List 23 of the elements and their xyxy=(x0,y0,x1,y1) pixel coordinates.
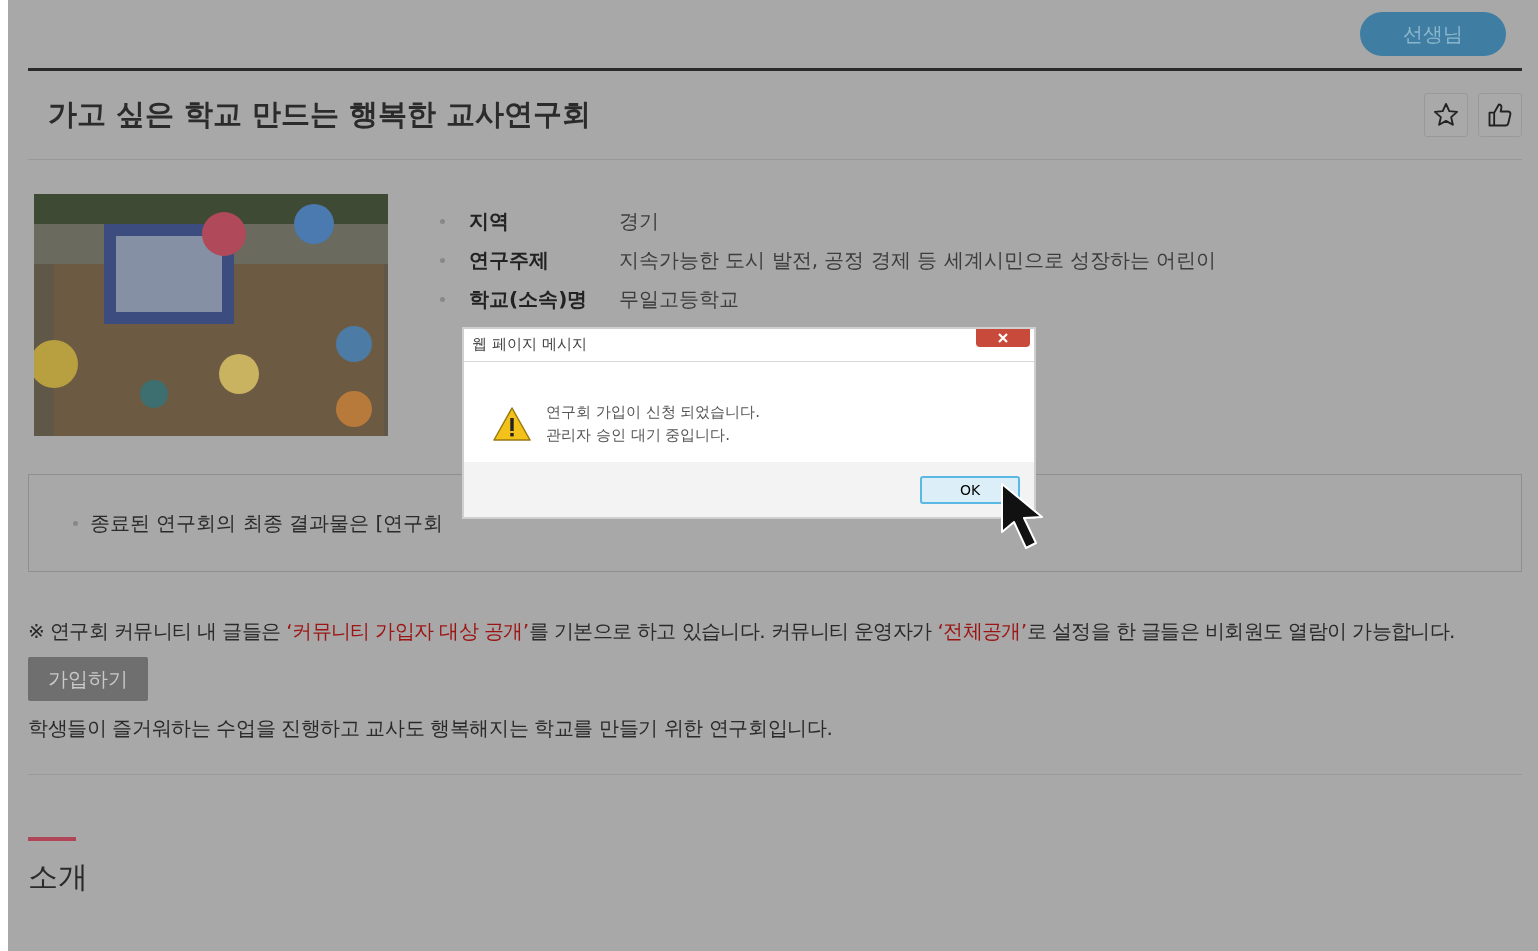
dialog-message: 관리자 승인 대기 중입니다. xyxy=(546,426,732,445)
policy-text: ※ 연구회 커뮤니티 내 글들은 ‘커뮤니티 가입자 대상 공개’를 기본으로 하고 있습니다. 커뮤니티 운영자가 ‘전체공개’로 설정을 한 글들은 비회원도 열람이 가능합니다. xyxy=(28,618,1456,645)
description-text: 학생들이 즐거워하는 수업을 진행하고 교사도 행복해지는 학교를 만들기 위한 연구회입니다. xyxy=(28,715,834,742)
notice-text: 종료된 연구회의 최종 결과물은 [연구회 xyxy=(90,509,444,537)
dialog-message: 연구회 가입이 신청 되었습니다. xyxy=(546,403,761,422)
dialog-title: 웹 페이지 메시지 xyxy=(472,335,587,354)
warning-icon xyxy=(492,406,532,442)
info-label: 연구주제 xyxy=(469,247,550,274)
page-title: 가고 싶은 학교 만드는 행복한 교사연구회 xyxy=(48,96,592,133)
like-button[interactable] xyxy=(1478,93,1522,137)
info-value: 지속가능한 도시 발전, 공정 경제 등 세계시민으로 성장하는 어린이 xyxy=(619,247,1217,274)
info-value: 경기 xyxy=(619,208,659,235)
info-label: 학교(소속)명 xyxy=(469,286,589,313)
info-value: 무일고등학교 xyxy=(619,286,739,313)
section-title: 소개 xyxy=(28,858,89,896)
star-icon xyxy=(1432,101,1460,129)
favorite-button[interactable] xyxy=(1424,93,1468,137)
close-icon xyxy=(997,333,1009,343)
info-label: 지역 xyxy=(469,208,510,235)
close-button[interactable] xyxy=(976,329,1030,347)
thumbs-up-icon xyxy=(1486,101,1514,129)
user-button[interactable]: 선생님 xyxy=(1360,12,1506,56)
join-button[interactable]: 가입하기 xyxy=(28,657,148,701)
